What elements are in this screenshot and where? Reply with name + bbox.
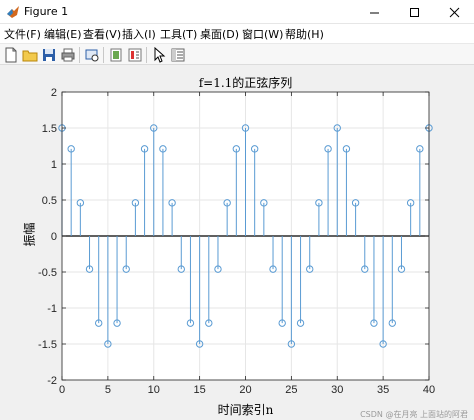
maximize-button[interactable]	[394, 0, 434, 24]
x-tick-label: 30	[331, 384, 343, 396]
minimize-button[interactable]	[354, 0, 394, 24]
title-bar: Figure 1	[0, 0, 474, 24]
print-button[interactable]	[59, 46, 77, 64]
x-tick-label: 40	[423, 384, 435, 396]
menu-tools[interactable]: 工具(T)	[160, 26, 197, 42]
menu-desktop[interactable]: 桌面(D)	[200, 26, 239, 42]
x-tick-label: 0	[59, 384, 65, 396]
colorbar-icon	[128, 48, 142, 62]
y-tick-label: 0.5	[42, 195, 57, 207]
chart-title: f=1.1的正弦序列	[198, 76, 293, 90]
watermark: CSDN @在月亮 上面站的阿君	[360, 410, 468, 419]
matlab-icon	[6, 5, 20, 19]
open-file-button[interactable]	[21, 46, 39, 64]
print-preview-button[interactable]	[83, 46, 101, 64]
new-figure-icon	[5, 47, 17, 63]
y-tick-label: -0.5	[38, 267, 57, 279]
toolbar-separator	[103, 47, 104, 63]
menu-insert[interactable]: 插入(I)	[122, 26, 156, 42]
figure-canvas: 0 5 10 15 20 25 30 35 40 -2 -1.5 -1 -0.5 0 0.5 1 1.5 2 f=…	[0, 65, 474, 420]
x-tick-label: 15	[194, 384, 206, 396]
figure-toolbar	[0, 43, 474, 65]
toolbar-separator	[79, 47, 80, 63]
save-button[interactable]	[40, 46, 58, 64]
y-axis-label: 振幅	[22, 222, 37, 247]
pointer-icon	[154, 47, 166, 63]
stem-plot[interactable]: 0 5 10 15 20 25 30 35 40 -2 -1.5 -1 -0.5 0 0.5 1 1.5 2	[0, 65, 474, 420]
link-plot-icon	[110, 48, 122, 62]
y-tick-label: 1	[51, 159, 57, 171]
menu-bar: 文件(F) 编辑(E) 查看(V) 插入(I) 工具(T) 桌面(D) 窗口(W…	[0, 24, 474, 43]
y-tick-label: -2	[47, 375, 57, 387]
pointer-button[interactable]	[150, 46, 168, 64]
x-tick-label: 35	[377, 384, 389, 396]
x-tick-label: 5	[105, 384, 111, 396]
property-inspector-button[interactable]	[169, 46, 187, 64]
x-tick-label: 25	[285, 384, 297, 396]
x-tick-label: 10	[148, 384, 160, 396]
y-tick-label: -1	[47, 303, 57, 315]
y-tick-label: -1.5	[38, 339, 57, 351]
link-plot-button[interactable]	[107, 46, 125, 64]
menu-window[interactable]: 窗口(W)	[242, 26, 283, 42]
save-icon	[43, 49, 55, 61]
property-inspector-icon	[171, 48, 185, 62]
y-tick-label: 2	[51, 87, 57, 99]
minimize-icon	[369, 12, 379, 13]
menu-help[interactable]: 帮助(H)	[285, 26, 324, 42]
x-tick-label: 20	[239, 384, 251, 396]
print-icon	[61, 48, 75, 62]
new-figure-button[interactable]	[2, 46, 20, 64]
maximize-icon	[409, 7, 419, 17]
y-tick-label: 0	[51, 231, 57, 243]
close-button[interactable]	[434, 0, 474, 24]
colorbar-button[interactable]	[126, 46, 144, 64]
print-preview-icon	[85, 49, 99, 62]
menu-view[interactable]: 查看(V)	[83, 26, 121, 42]
menu-file[interactable]: 文件(F)	[4, 26, 41, 42]
window-title: Figure 1	[24, 5, 69, 18]
open-file-icon	[22, 50, 38, 62]
y-tick-label: 1.5	[42, 123, 57, 135]
menu-edit[interactable]: 编辑(E)	[44, 26, 82, 42]
toolbar-separator	[146, 47, 147, 63]
close-icon	[449, 7, 459, 17]
